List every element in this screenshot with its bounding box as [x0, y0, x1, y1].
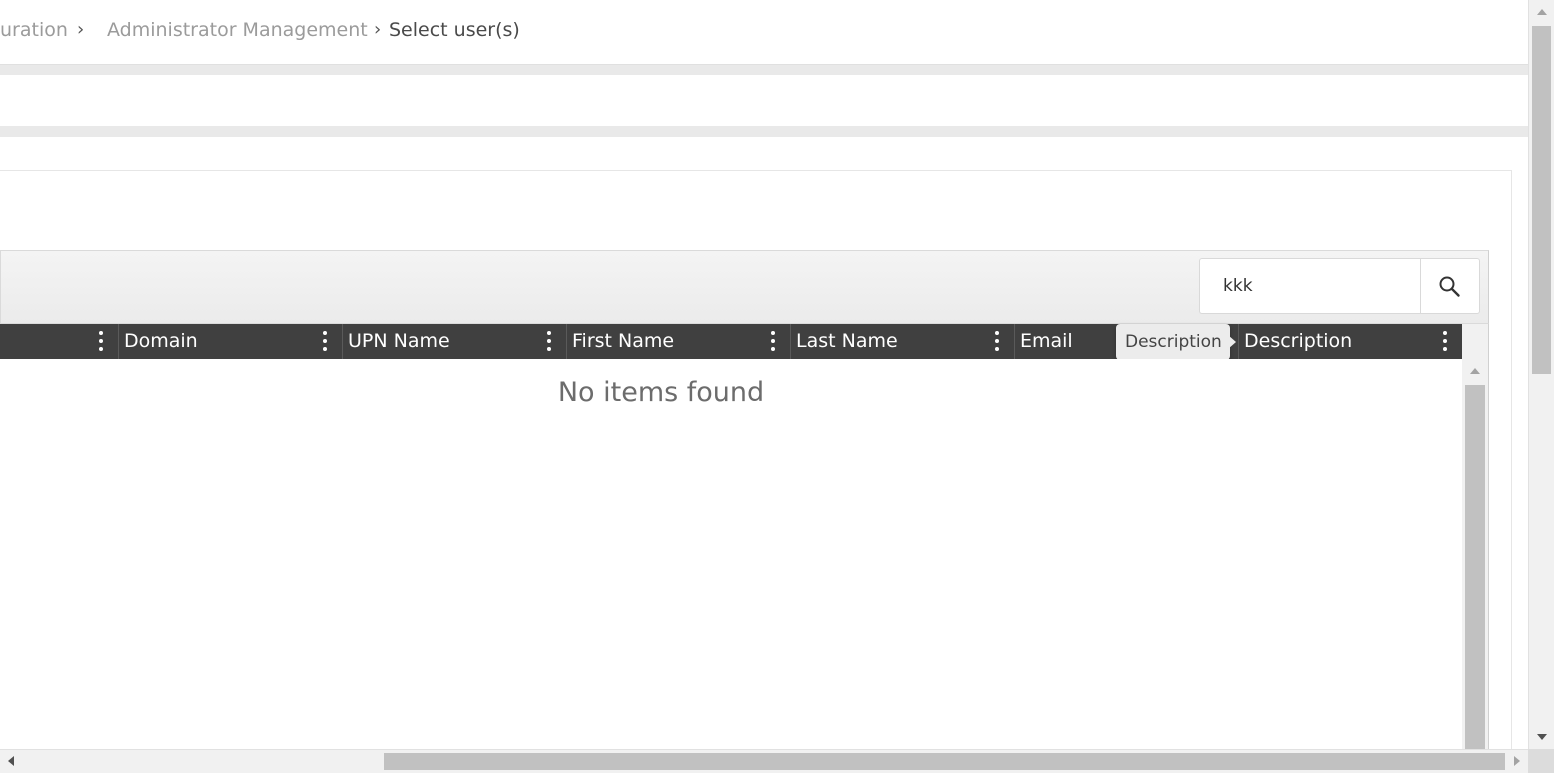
- empty-message: No items found: [557, 377, 765, 408]
- grid-vertical-scrollbar[interactable]: [1462, 359, 1489, 749]
- column-header-description[interactable]: Description: [1239, 324, 1462, 359]
- scroll-up-arrow-icon[interactable]: [1470, 368, 1480, 374]
- search-icon: [1439, 276, 1460, 297]
- column-header-first[interactable]: [0, 324, 119, 359]
- column-header-first-name[interactable]: First Name: [567, 324, 791, 359]
- breadcrumb: uration › Administrator Management › Sel…: [0, 0, 1528, 65]
- page-vertical-scrollbar[interactable]: [1528, 0, 1554, 749]
- search-input[interactable]: [1199, 258, 1420, 314]
- grid-header-row: Domain UPN Name First Name Last Name Ema…: [0, 324, 1462, 359]
- scrollbar-corner: [1528, 749, 1554, 773]
- column-tooltip: Description: [1116, 324, 1230, 360]
- scrollbar-thumb[interactable]: [384, 753, 1505, 770]
- column-header-last-name[interactable]: Last Name: [791, 324, 1015, 359]
- scrollbar-thumb[interactable]: [1465, 385, 1485, 749]
- scroll-left-arrow-icon[interactable]: [8, 756, 14, 766]
- column-title: Email: [1020, 330, 1073, 352]
- column-title: Last Name: [796, 330, 898, 352]
- column-title: Description: [1244, 330, 1353, 352]
- subheader-band: [0, 75, 1528, 126]
- scrollbar-thumb[interactable]: [1532, 26, 1551, 374]
- column-menu-icon[interactable]: [1441, 329, 1449, 353]
- column-title: First Name: [572, 330, 675, 352]
- column-menu-icon[interactable]: [769, 329, 777, 353]
- column-title: UPN Name: [348, 330, 450, 352]
- header-scroll-corner: [1462, 324, 1489, 359]
- column-header-domain[interactable]: Domain: [119, 324, 343, 359]
- breadcrumb-item-administrator-management[interactable]: Administrator Management: [107, 18, 368, 42]
- column-menu-icon[interactable]: [97, 329, 105, 353]
- page: uration › Administrator Management › Sel…: [0, 0, 1554, 773]
- column-menu-icon[interactable]: [321, 329, 329, 353]
- breadcrumb-item-configuration[interactable]: uration: [0, 18, 68, 42]
- breadcrumb-separator-icon: ›: [374, 19, 382, 40]
- scroll-up-arrow-icon[interactable]: [1537, 9, 1547, 15]
- grid-body: [0, 359, 1462, 749]
- scroll-right-arrow-icon[interactable]: [1514, 756, 1520, 766]
- column-title: Domain: [124, 330, 198, 352]
- column-menu-icon[interactable]: [993, 329, 1001, 353]
- breadcrumb-separator-icon: ›: [77, 19, 85, 40]
- search-button[interactable]: [1420, 258, 1480, 314]
- breadcrumb-item-select-users: Select user(s): [389, 19, 520, 41]
- scroll-down-arrow-icon[interactable]: [1537, 734, 1547, 740]
- column-header-upn-name[interactable]: UPN Name: [343, 324, 567, 359]
- tooltip-arrow: [1228, 335, 1236, 349]
- column-menu-icon[interactable]: [545, 329, 553, 353]
- page-horizontal-scrollbar[interactable]: [0, 749, 1528, 773]
